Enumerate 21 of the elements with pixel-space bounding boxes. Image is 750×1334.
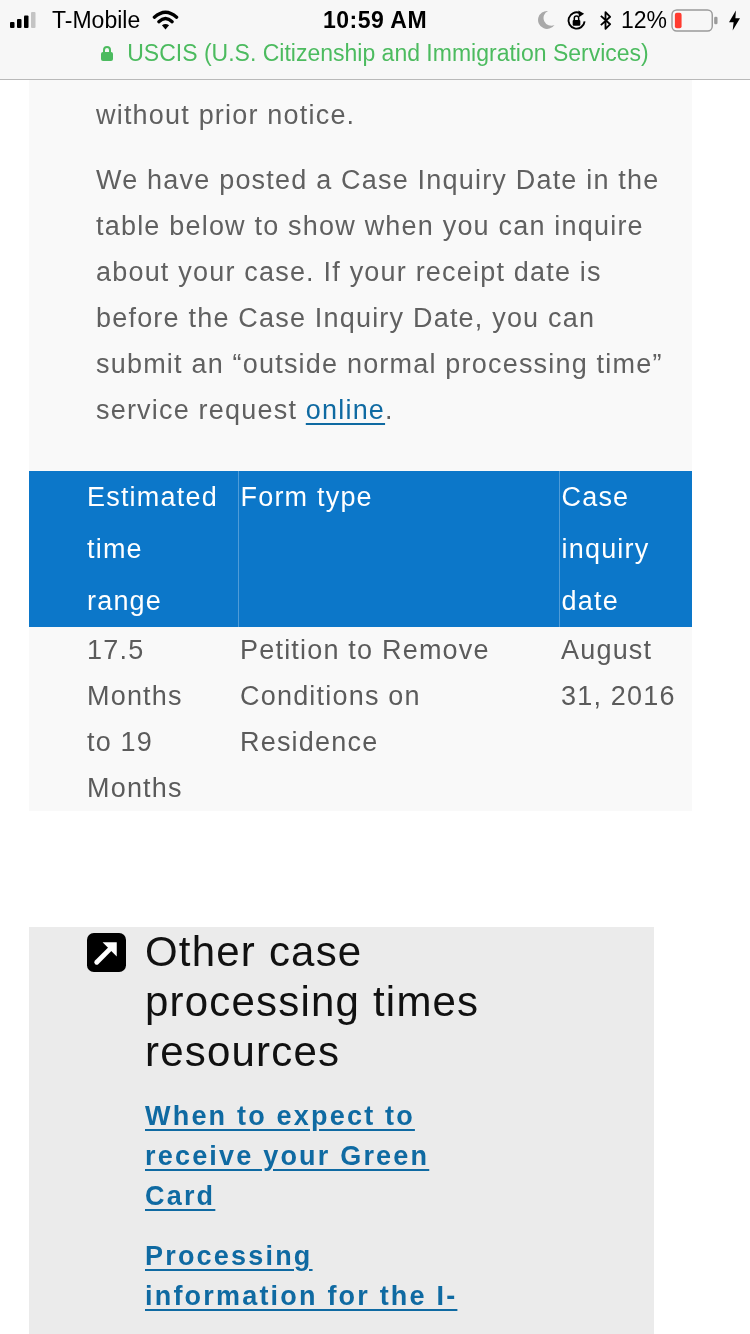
rotation-lock-icon	[565, 9, 587, 31]
bluetooth-icon	[598, 8, 612, 32]
wifi-icon	[152, 10, 180, 30]
table-cell: 17.5 Months to 19 Months	[29, 627, 238, 811]
battery-icon	[671, 8, 719, 32]
paragraph: without prior notice.	[96, 99, 357, 132]
signal-icon	[10, 12, 36, 28]
moon-icon	[536, 10, 555, 30]
clock-time: 10:59 AM	[322, 6, 428, 34]
table-cell: August 31, 2016	[559, 627, 692, 811]
battery-percent: 12%	[620, 6, 667, 34]
online-link[interactable]: online	[305, 395, 386, 425]
resource-link[interactable]: Processing information for the I-	[145, 1236, 475, 1316]
carrier-name: T-Mobile	[52, 6, 141, 34]
paragraph: We have posted a Case Inquiry Date in the table below to show when you can inquire about your case. If your receipt date is before the Case Inquiry Date, you can submit an “outside normal processing time” service request online.	[96, 164, 664, 427]
column-header: Form type	[238, 471, 559, 627]
resource-link[interactable]: When to expect to receive your Green Card	[145, 1096, 475, 1216]
resources-heading: Other case processing times resources	[145, 927, 481, 1077]
column-header: Estimated time range	[29, 471, 238, 627]
table-cell: Petition to Remove Conditions on Residence	[238, 627, 559, 811]
column-header: Case inquiry date	[559, 471, 692, 627]
